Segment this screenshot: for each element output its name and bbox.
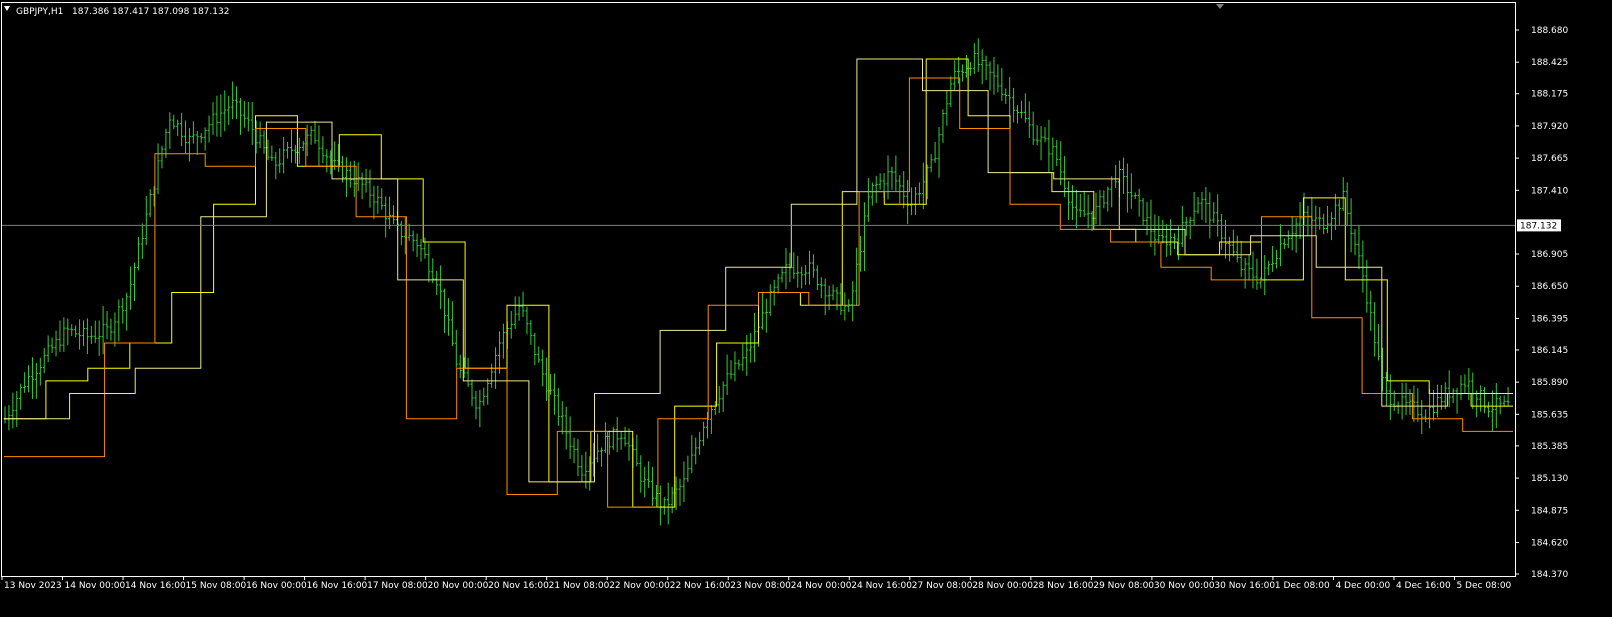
time-tick-label: 22 Nov 00:00	[609, 581, 670, 591]
price-tick-label: 186.650	[1531, 282, 1568, 292]
time-tick-label: 20 Nov 00:00	[428, 581, 489, 591]
time-tick-label: 1 Dec 08:00	[1275, 581, 1330, 591]
price-tick-label: 186.145	[1531, 346, 1568, 356]
price-tick-label: 188.175	[1531, 90, 1568, 100]
time-tick-label: 4 Dec 00:00	[1335, 581, 1390, 591]
price-tick-label: 188.425	[1531, 58, 1568, 68]
time-tick-label: 23 Nov 08:00	[730, 581, 791, 591]
time-tick-label: 5 Dec 08:00	[1456, 581, 1511, 591]
time-tick-label: 21 Nov 08:00	[549, 581, 610, 591]
time-tick-label: 22 Nov 16:00	[670, 581, 731, 591]
time-tick-label: 24 Nov 00:00	[791, 581, 852, 591]
price-tick-label: 185.635	[1531, 410, 1568, 420]
price-tick-label: 184.370	[1531, 570, 1568, 580]
price-tick-label: 186.395	[1531, 314, 1568, 324]
chart-window[interactable]: 188.680 188.425 188.175 187.920 187.665 187.4…	[0, 0, 1612, 613]
time-tick-label: 14 Nov 16:00	[125, 581, 186, 591]
time-tick-label: 14 Nov 00:00	[65, 581, 126, 591]
price-tick-label: 187.665	[1531, 154, 1568, 164]
time-tick-label: 29 Nov 08:00	[1093, 581, 1154, 591]
price-tick-label: 186.905	[1531, 250, 1568, 260]
time-tick-label: 30 Nov 00:00	[1154, 581, 1215, 591]
time-tick-label: 13 Nov 2023	[4, 581, 62, 591]
chart-symbol-label: GBPJPY,H1	[16, 7, 63, 17]
chart-ohlc-label: 187.386 187.417 187.098 187.132	[72, 7, 229, 17]
price-tick-label: 185.890	[1531, 378, 1568, 388]
current-price-tag: 187.132	[1517, 219, 1561, 232]
time-tick-label: 27 Nov 08:00	[912, 581, 973, 591]
chart-background	[0, 0, 1612, 613]
price-chart[interactable]: 188.680 188.425 188.175 187.920 187.665 187.4…	[0, 0, 1612, 613]
time-tick-label: 15 Nov 08:00	[186, 581, 247, 591]
time-tick-label: 17 Nov 08:00	[367, 581, 428, 591]
price-tick-label: 184.875	[1531, 506, 1568, 516]
time-tick-label: 16 Nov 16:00	[307, 581, 368, 591]
price-tick-label: 184.620	[1531, 538, 1568, 548]
time-tick-label: 30 Nov 16:00	[1214, 581, 1275, 591]
price-tick-label: 185.130	[1531, 474, 1568, 484]
time-tick-label: 16 Nov 00:00	[246, 581, 307, 591]
time-tick-label: 20 Nov 16:00	[488, 581, 549, 591]
price-tick-label: 187.920	[1531, 122, 1568, 132]
current-price-value: 187.132	[1520, 221, 1557, 231]
price-tick-label: 188.680	[1531, 26, 1568, 36]
time-tick-label: 28 Nov 00:00	[972, 581, 1033, 591]
price-tick-label: 185.385	[1531, 442, 1568, 452]
price-tick-label: 187.410	[1531, 186, 1568, 196]
time-tick-label: 24 Nov 16:00	[851, 581, 912, 591]
time-tick-label: 4 Dec 16:00	[1396, 581, 1451, 591]
time-tick-label: 28 Nov 16:00	[1033, 581, 1094, 591]
